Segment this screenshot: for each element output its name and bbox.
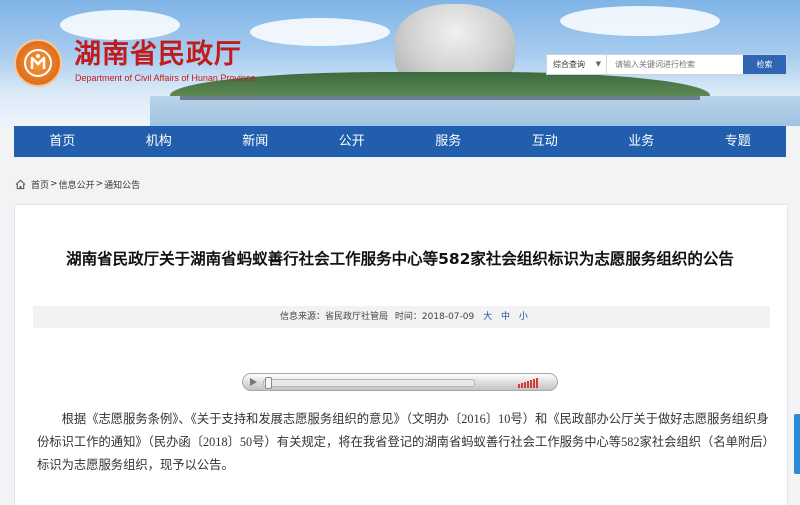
time-label: 时间： bbox=[394, 312, 422, 322]
breadcrumb-separator: > bbox=[50, 179, 58, 189]
nav-item-news[interactable]: 新闻 bbox=[207, 126, 304, 157]
play-icon[interactable] bbox=[250, 378, 257, 386]
breadcrumb: 首页 > 信息公开 > 通知公告 bbox=[15, 177, 140, 191]
audio-progress-track[interactable] bbox=[263, 379, 475, 387]
article-body: 根据《志愿服务条例》、《关于支持和发展志愿服务组织的意见》（文明办〔2016〕1… bbox=[37, 412, 769, 472]
font-size-large-button[interactable]: 大 bbox=[483, 312, 492, 322]
article-title: 湖南省民政厅关于湖南省蚂蚁善行社会工作服务中心等582家社会组织标识为志愿服务组… bbox=[66, 250, 734, 268]
site-title[interactable]: 湖南省民政厅 bbox=[74, 39, 242, 69]
banner-bridge bbox=[180, 96, 700, 100]
nav-item-organization[interactable]: 机构 bbox=[111, 126, 208, 157]
banner-cloud bbox=[60, 10, 180, 40]
breadcrumb-info-public[interactable]: 信息公开 bbox=[59, 178, 95, 191]
search-button[interactable]: 检索 bbox=[743, 55, 786, 74]
banner-cloud bbox=[560, 6, 720, 36]
banner-river bbox=[150, 96, 800, 126]
search-scope-select[interactable]: 综合查询 ▼ bbox=[547, 55, 607, 74]
search-bar: 综合查询 ▼ 检索 bbox=[546, 54, 787, 75]
search-scope-value: 综合查询 bbox=[553, 60, 585, 69]
time-value: 2018-07-09 bbox=[421, 312, 475, 322]
floating-side-tab[interactable] bbox=[794, 414, 800, 474]
ministry-emblem-icon[interactable] bbox=[14, 39, 62, 87]
site-subtitle: Department of Civil Affairs of Hunan Pro… bbox=[75, 73, 256, 83]
home-icon[interactable] bbox=[15, 179, 26, 190]
nav-item-services[interactable]: 服务 bbox=[400, 126, 497, 157]
source-value: 省民政厅社管局 bbox=[325, 312, 389, 322]
source-label: 信息来源： bbox=[280, 312, 326, 322]
banner-cloud bbox=[250, 18, 390, 46]
audio-progress-handle[interactable] bbox=[265, 377, 272, 389]
breadcrumb-home[interactable]: 首页 bbox=[31, 178, 49, 191]
nav-item-topics[interactable]: 专题 bbox=[690, 126, 787, 157]
font-size-small-button[interactable]: 小 bbox=[519, 312, 528, 322]
breadcrumb-notices[interactable]: 通知公告 bbox=[104, 178, 140, 191]
nav-item-home[interactable]: 首页 bbox=[14, 126, 111, 157]
search-input[interactable] bbox=[609, 55, 745, 74]
nav-item-business[interactable]: 业务 bbox=[593, 126, 690, 157]
nav-item-public[interactable]: 公开 bbox=[304, 126, 401, 157]
font-size-medium-button[interactable]: 中 bbox=[501, 312, 510, 322]
nav-item-interaction[interactable]: 互动 bbox=[497, 126, 594, 157]
chevron-down-icon: ▼ bbox=[595, 60, 601, 68]
main-nav: 首页 机构 新闻 公开 服务 互动 业务 专题 bbox=[14, 126, 786, 157]
volume-icon[interactable] bbox=[518, 378, 538, 388]
breadcrumb-separator: > bbox=[95, 179, 104, 189]
audio-player bbox=[242, 373, 558, 391]
article-meta: 信息来源：省民政厅社管局 时间：2018-07-09 大 中 小 bbox=[280, 306, 528, 328]
